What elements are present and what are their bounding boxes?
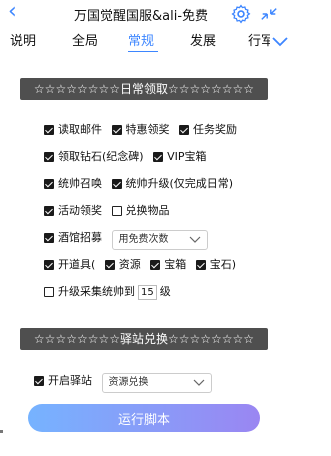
exchange-row: 开启驿站 资源兑换	[34, 370, 212, 393]
edge-marker	[0, 430, 3, 433]
vip-chest-checkbox[interactable]: VIP宝箱	[153, 148, 207, 166]
tavern-select[interactable]: 用免费次数	[111, 230, 208, 250]
daily-row-tavern: 酒馆招募 用免费次数	[44, 227, 208, 250]
tavern-checkbox[interactable]: 酒馆招募	[44, 227, 102, 249]
upgrade-level-input[interactable]: 15	[138, 284, 157, 300]
daily-row-upgrade: 升级采集统帅到 15 级	[44, 283, 177, 301]
tab-bar: 说明 全局 常规 发展 行军	[0, 30, 331, 52]
chevron-down-icon	[193, 379, 204, 386]
page-title: 万国觉醒国服&ali-免费	[74, 9, 209, 24]
daily-row-2: 领取钻石(纪念碑) VIP宝箱	[44, 148, 213, 166]
resources-checkbox[interactable]: 资源	[104, 256, 141, 274]
exchange-select[interactable]: 资源兑换	[101, 373, 212, 393]
gear-icon[interactable]	[230, 3, 252, 25]
chevron-down-icon	[189, 236, 200, 243]
daily-row-3: 统帅召唤 统帅升级(仅完成日常)	[44, 175, 239, 193]
tavern-select-value: 用免费次数	[118, 234, 169, 245]
special-offer-checkbox[interactable]: 特惠领奖	[111, 121, 170, 139]
task-reward-checkbox[interactable]: 任务奖励	[179, 121, 237, 139]
daily-row-1: 读取邮件 特惠领奖 任务奖励	[44, 121, 243, 139]
tab-develop[interactable]: 发展	[190, 30, 216, 49]
daily-row-open-items: 开道具( 资源 宝箱 宝石)	[44, 256, 242, 274]
commander-summon-checkbox[interactable]: 统帅召唤	[44, 175, 102, 193]
tab-help[interactable]: 说明	[10, 30, 36, 49]
tab-march[interactable]: 行军	[248, 30, 270, 49]
event-reward-checkbox[interactable]: 活动领奖	[44, 202, 102, 220]
active-tab-indicator	[128, 51, 158, 52]
chevron-down-icon[interactable]	[270, 34, 290, 48]
section-exchange-header: ☆☆☆☆☆☆☆☆驿站兑换☆☆☆☆☆☆☆☆	[20, 328, 268, 350]
daily-row-4: 活动领奖 兑换物品	[44, 202, 176, 220]
gem-checkbox[interactable]: 宝石)	[195, 256, 236, 274]
section-daily-header: ☆☆☆☆☆☆☆☆日常领取☆☆☆☆☆☆☆☆	[20, 78, 268, 100]
tab-global[interactable]: 全局	[72, 30, 98, 49]
exchange-items-checkbox[interactable]: 兑换物品	[111, 202, 170, 220]
run-script-button[interactable]: 运行脚本	[28, 404, 260, 432]
read-mail-checkbox[interactable]: 读取邮件	[44, 121, 102, 139]
collapse-icon[interactable]	[258, 5, 280, 23]
commander-upgrade-checkbox[interactable]: 统帅升级(仅完成日常)	[111, 175, 233, 193]
back-button[interactable]: ‹	[8, 0, 17, 24]
tab-regular[interactable]: 常规	[128, 30, 154, 49]
open-items-checkbox[interactable]: 开道具(	[44, 256, 95, 274]
open-post-checkbox[interactable]: 开启驿站	[34, 370, 92, 392]
diamond-checkbox[interactable]: 领取钻石(纪念碑)	[44, 148, 144, 166]
upgrade-collector-checkbox[interactable]: 升级采集统帅到 15 级	[44, 283, 171, 301]
chest-checkbox[interactable]: 宝箱	[150, 256, 186, 274]
exchange-select-value: 资源兑换	[108, 377, 149, 388]
